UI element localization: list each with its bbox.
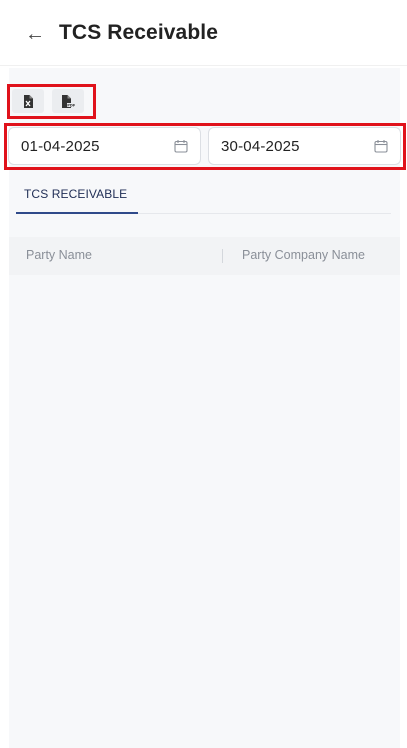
column-header-party-name[interactable]: Party Name (26, 248, 92, 262)
pdf-file-icon: PDF (62, 94, 75, 108)
column-header-party-company-name[interactable]: Party Company Name (242, 248, 365, 262)
tab-bar: TCS RECEIVABLE (16, 180, 391, 214)
from-date-value: 01-04-2025 (21, 137, 100, 155)
to-date-field[interactable]: 30-04-2025 (208, 127, 401, 165)
from-date-field[interactable]: 01-04-2025 (8, 127, 201, 165)
export-excel-button[interactable] (12, 89, 44, 113)
calendar-icon[interactable] (374, 139, 388, 153)
column-divider (222, 249, 223, 263)
export-pdf-button[interactable]: PDF (52, 89, 84, 113)
excel-file-icon (24, 94, 33, 108)
table-header: Party Name Party Company Name (9, 237, 400, 275)
to-date-value: 30-04-2025 (221, 137, 300, 155)
page-title: TCS Receivable (59, 21, 218, 44)
back-arrow-icon[interactable]: ← (24, 24, 46, 44)
calendar-icon[interactable] (174, 139, 188, 153)
svg-text:PDF: PDF (67, 103, 75, 107)
app-header: ← TCS Receivable (0, 0, 407, 66)
table-body (9, 275, 400, 748)
tab-tcs-receivable[interactable]: TCS RECEIVABLE (16, 180, 138, 214)
